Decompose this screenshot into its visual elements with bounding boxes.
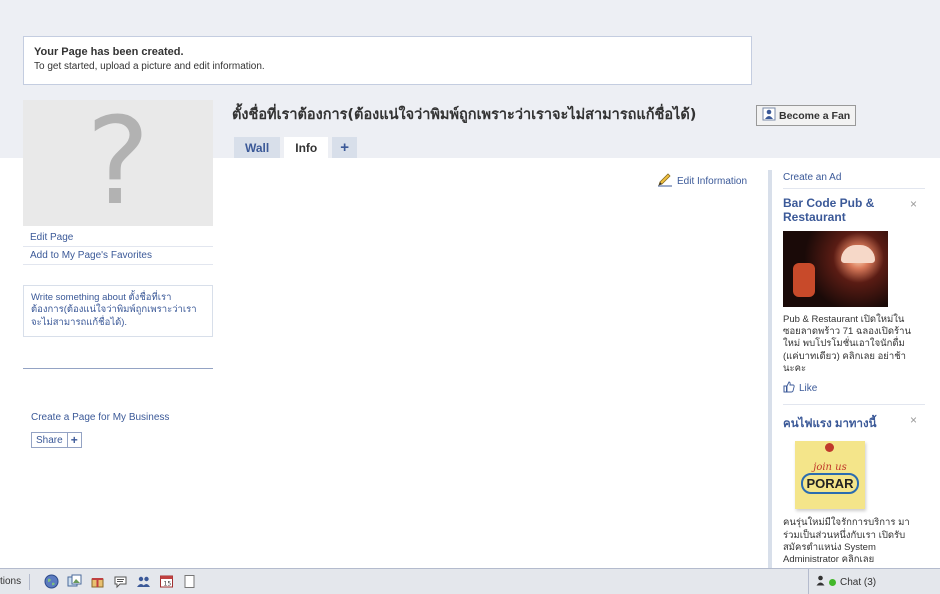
fan-icon — [762, 107, 776, 124]
ad-image-porar-note[interactable]: join us PORAR — [795, 441, 865, 510]
events-icon[interactable]: 15 — [159, 574, 174, 589]
ad-title[interactable]: Bar Code Pub & Restaurant — [783, 196, 903, 225]
close-icon[interactable]: × — [910, 413, 917, 427]
page-tabs: Wall Info + — [234, 137, 361, 158]
app-shortcuts: 15 — [44, 572, 197, 590]
friends-icon[interactable] — [136, 574, 151, 589]
thumbs-up-icon — [783, 381, 795, 396]
online-status-dot — [829, 578, 836, 586]
glass-shape — [793, 262, 815, 297]
page-title: ตั้งชื่อที่เราต้องการ(ต้องแน่ใจว่าพิมพ์ถ… — [232, 107, 697, 123]
applications-button[interactable]: tions — [0, 574, 31, 590]
left-menu: Edit Page Add to My Page's Favorites — [23, 229, 213, 265]
create-business-page-link[interactable]: Create a Page for My Business — [31, 412, 169, 423]
lamp-shape — [841, 244, 875, 263]
porar-logo-text: PORAR — [800, 473, 860, 495]
svg-text:15: 15 — [164, 580, 172, 587]
ad-like-button[interactable]: Like — [783, 381, 925, 396]
chat-label: Chat (3) — [840, 576, 877, 588]
page-created-notice: Your Page has been created. To get start… — [23, 36, 752, 85]
notice-text: To get started, upload a picture and edi… — [34, 61, 265, 72]
become-fan-button[interactable]: Become a Fan — [756, 105, 857, 126]
pencil-icon — [657, 173, 673, 190]
ad-title[interactable]: คนไฟแรง มาทางนี้ — [783, 415, 903, 433]
pushpin-icon — [825, 443, 834, 453]
become-fan-label: Become a Fan — [779, 109, 851, 122]
about-textbox[interactable]: Write something about ตั้งชื่อที่เราต้อง… — [23, 285, 213, 337]
notes-icon[interactable] — [113, 574, 128, 589]
chat-user-icon — [816, 575, 825, 589]
gifts-icon[interactable] — [90, 574, 105, 589]
close-icon[interactable]: × — [910, 197, 917, 211]
edit-information-label: Edit Information — [677, 176, 748, 187]
share-label: Share — [36, 434, 63, 446]
bottom-chat-bar: tions 15 Chat (3) — [0, 568, 940, 594]
ad-description: คนรุ่นใหม่มีใจรักการบริการ มา ร่วมเป็นส่… — [783, 517, 910, 566]
photos-icon[interactable] — [67, 574, 82, 589]
create-ad-link[interactable]: Create an Ad — [783, 172, 925, 189]
share-button[interactable]: Share + — [31, 432, 82, 448]
edit-page-link[interactable]: Edit Page — [23, 229, 213, 247]
edit-information-link[interactable]: Edit Information — [657, 173, 747, 190]
tab-wall[interactable]: Wall — [234, 137, 281, 158]
tab-add[interactable]: + — [332, 137, 357, 158]
ad-image-restaurant[interactable] — [783, 230, 888, 307]
profile-picture-placeholder[interactable]: ? — [23, 100, 213, 226]
tab-info[interactable]: Info — [284, 137, 329, 158]
ads-sidebar: Create an Ad Bar Code Pub & Restaurant ×… — [768, 170, 925, 570]
ad-description: Pub & Restaurant เปิดใหม่ใน ซอยลาดพร้าว … — [783, 313, 911, 374]
notice-title: Your Page has been created. — [34, 46, 184, 58]
ad-bar-code-pub: Bar Code Pub & Restaurant × Pub & Restau… — [783, 189, 925, 406]
blank-icon[interactable] — [182, 574, 197, 589]
share-plus-icon: + — [66, 433, 81, 447]
join-us-text: join us — [813, 462, 847, 474]
globe-icon[interactable] — [44, 574, 59, 589]
left-divider — [23, 368, 213, 369]
ad-porar: คนไฟแรง มาทางนี้ × join us PORAR คนรุ่นใ… — [783, 405, 925, 566]
like-label: Like — [799, 383, 818, 395]
question-mark-icon: ? — [86, 93, 150, 232]
add-favorites-link[interactable]: Add to My Page's Favorites — [23, 247, 213, 265]
chat-button[interactable]: Chat (3) — [808, 569, 940, 594]
